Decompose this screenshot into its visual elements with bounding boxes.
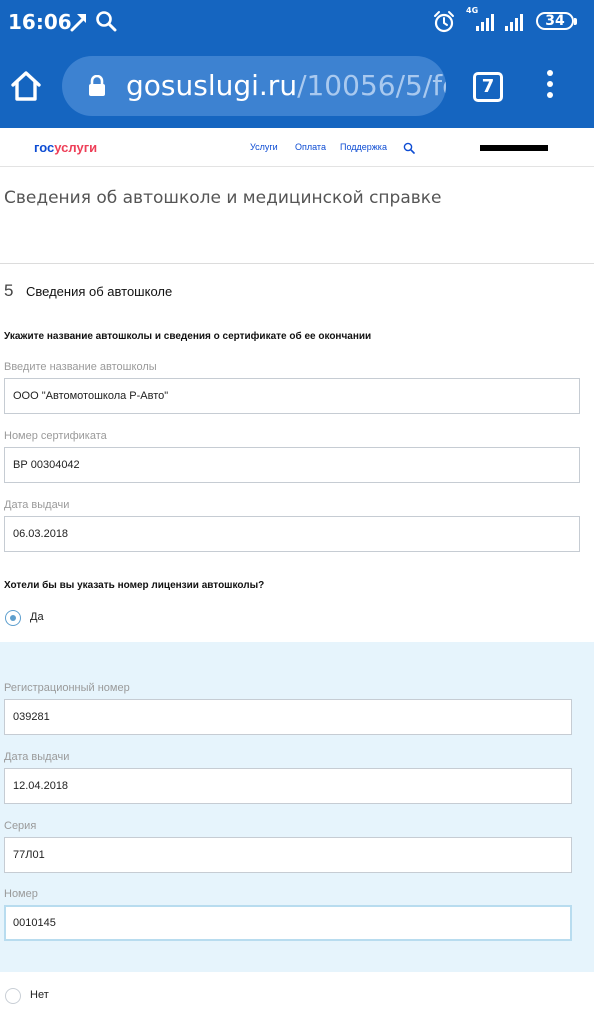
battery-icon: 34 [536,12,577,30]
logo-part-uslugi: услуги [54,140,98,155]
section-number: 5 [4,281,14,300]
certificate-number-input[interactable]: ВР 00304042 [4,447,580,483]
certificate-date-input[interactable]: 06.03.2018 [4,516,580,552]
site-header: госуслуги Услуги Оплата Поддержка [0,128,594,167]
lock-icon [88,74,106,102]
wand-icon [68,10,90,37]
logo-part-gos: гос [34,140,55,155]
search-icon [95,10,117,37]
field-label-certificate-number: Номер сертификата [4,430,107,442]
field-label-registration-number: Регистрационный номер [4,682,130,694]
signal-icon [503,12,529,37]
field-label-certificate-date: Дата выдачи [4,499,70,511]
radio-no-label: Нет [30,989,49,1001]
more-vert-icon[interactable] [538,70,562,104]
status-bar: 16:06 4G 34 [0,0,594,44]
url-path: /10056/5/fo [297,69,446,102]
status-time: 16:06 [8,10,72,34]
field-label-school-name: Введите название автошколы [4,361,157,373]
school-name-input[interactable]: ООО "Автомотошкола Р-Авто" [4,378,580,414]
series-input[interactable]: 77Л01 [4,837,572,873]
divider [0,263,594,264]
field-label-number: Номер [4,888,38,900]
field-label-license-date: Дата выдачи [4,751,70,763]
url-text: gosuslugi.ru/10056/5/fo [126,69,446,102]
registration-number-input[interactable]: 039281 [4,699,572,735]
tabs-icon[interactable]: 7 [473,72,503,102]
nav-support[interactable]: Поддержка [340,142,387,152]
address-bar[interactable]: gosuslugi.ru/10056/5/fo [62,56,446,116]
radio-no[interactable] [5,988,21,1004]
question-license: Хотели бы вы указать номер лицензии авто… [4,580,265,591]
alarm-icon [432,10,456,39]
page-root: 16:06 4G 34 gosuslugi.ru/10056/5/fo 7 го… [0,0,594,1024]
redacted-user-name [480,145,548,151]
license-date-input[interactable]: 12.04.2018 [4,768,572,804]
signal-icon [470,12,496,37]
field-label-series: Серия [4,820,37,832]
radio-yes[interactable] [5,610,21,626]
url-host: gosuslugi.ru [126,69,298,102]
license-number-input[interactable]: 0010145 [4,905,572,941]
search-icon[interactable] [403,141,415,159]
radio-yes-label: Да [30,611,44,623]
nav-payment[interactable]: Оплата [295,142,326,152]
section-title: Сведения об автошколе [26,284,173,299]
site-logo[interactable]: госуслуги [34,140,97,155]
home-icon[interactable] [8,68,44,104]
browser-toolbar: gosuslugi.ru/10056/5/fo 7 [0,44,594,128]
question-school: Укажите название автошколы и сведения о … [4,331,372,342]
page-title: Сведения об автошколе и медицинской спра… [4,188,442,208]
nav-services[interactable]: Услуги [250,142,278,152]
